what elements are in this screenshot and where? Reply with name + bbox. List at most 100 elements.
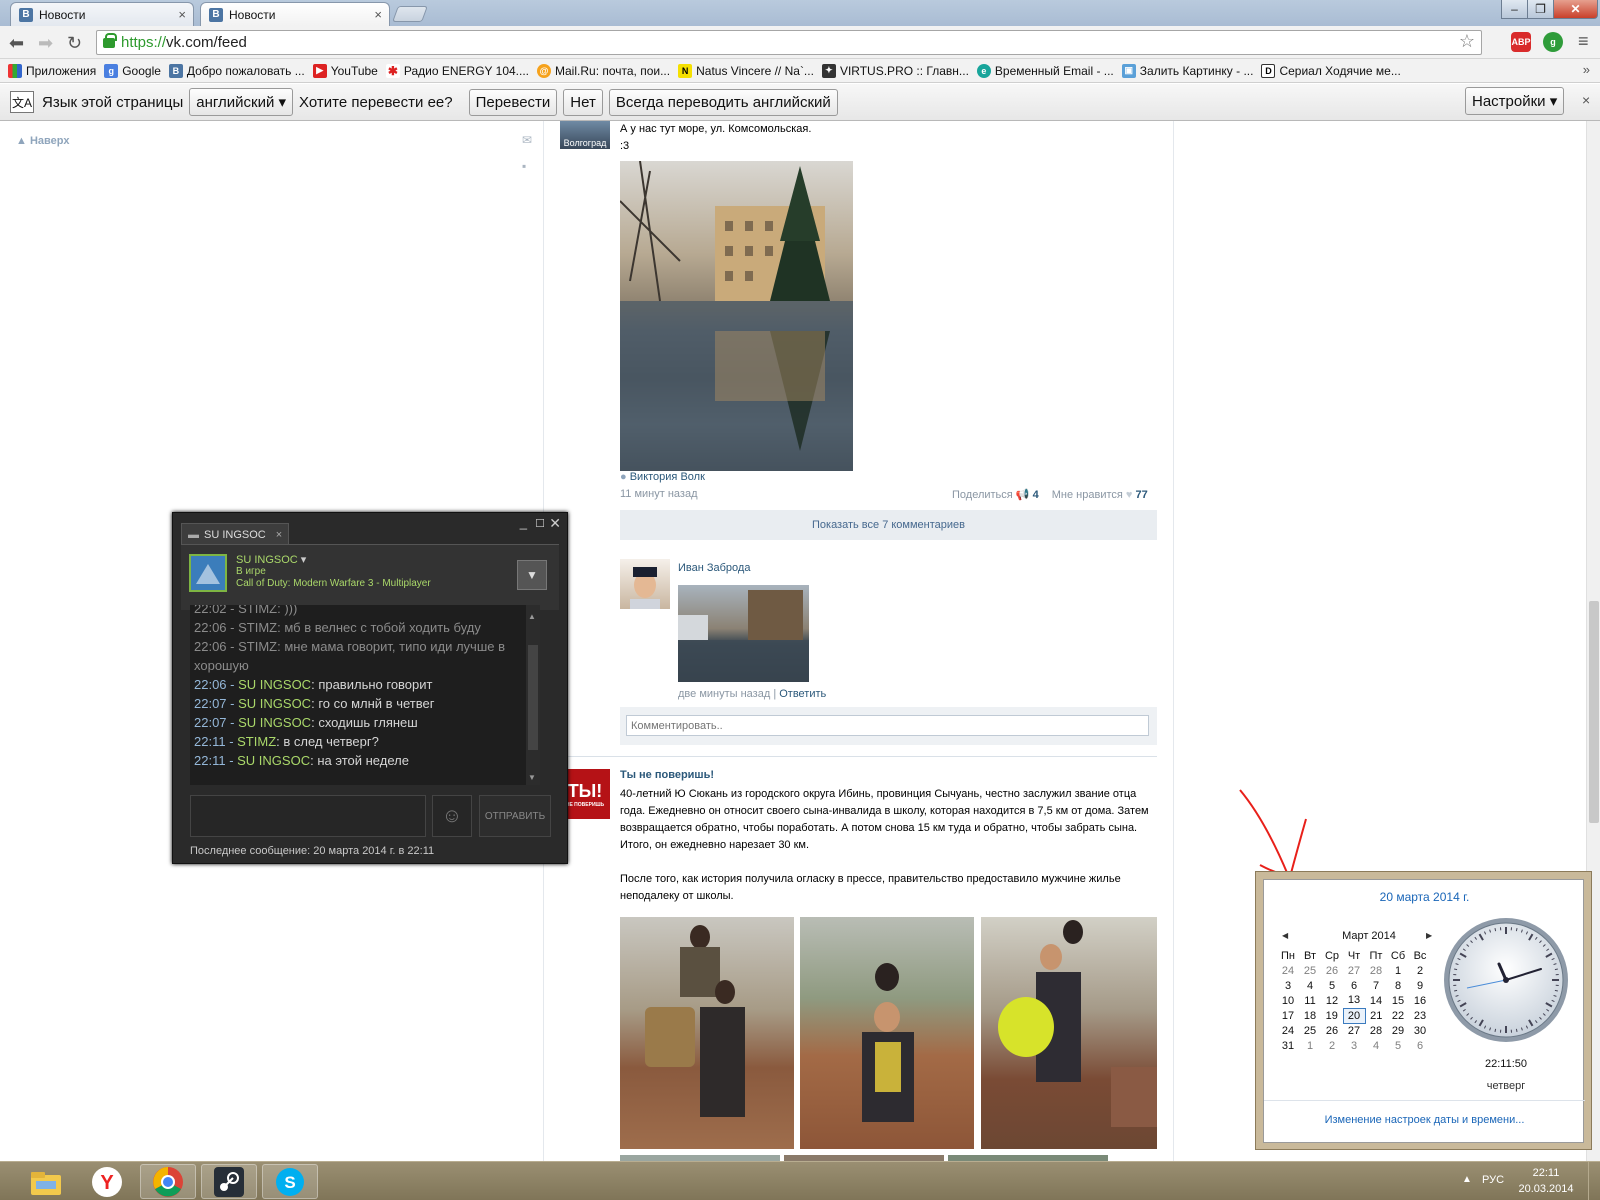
calendar-day[interactable]: 17 [1277,1008,1299,1023]
tab-news-2[interactable]: В Новости × [200,2,390,26]
translate-settings-button[interactable]: Настройки ▾ [1465,87,1565,115]
calendar-day[interactable]: 29 [1387,1023,1409,1038]
address-bar[interactable]: https:// vk.com/feed ☆ [96,30,1482,55]
calendar-day[interactable]: 28 [1365,1023,1387,1038]
calendar-day[interactable]: 9 [1409,978,1431,993]
comment-photo[interactable] [678,585,809,682]
calendar-day[interactable]: 8 [1387,978,1409,993]
calendar-day[interactable]: 12 [1321,993,1343,1008]
close-window-button[interactable]: ✕ [1553,0,1598,19]
calendar-day[interactable]: 10 [1277,993,1299,1008]
calendar-day[interactable]: 15 [1387,993,1409,1008]
maximize-window-button[interactable]: ❐ [1527,0,1554,19]
post-photo-flooded-street[interactable] [620,161,853,471]
show-hidden-icons-icon[interactable]: ▲ [1462,1174,1472,1185]
input-language-indicator[interactable]: РУС [1482,1174,1504,1186]
group-avatar[interactable]: Волгоград [560,121,610,149]
no-button[interactable]: Нет [563,88,603,116]
bookmark-vk[interactable]: В Добро пожаловать ... [168,63,305,78]
hangouts-extension-icon[interactable]: g [1543,32,1563,52]
like-button[interactable]: Мне нравится ♥ 77 [1052,489,1148,501]
forward-arrow-icon[interactable]: ➡ [38,33,53,54]
chat-scrollbar[interactable]: ▲ ▼ [526,605,540,785]
calendar-day[interactable]: 18 [1299,1008,1321,1023]
show-desktop-button[interactable] [1588,1162,1600,1200]
calendar-day[interactable]: 19 [1321,1008,1343,1023]
calendar-day[interactable]: 26 [1321,1023,1343,1038]
always-translate-button[interactable]: Всегда переводить английский [608,88,838,116]
prev-month-icon[interactable]: ◀ [1282,931,1288,940]
scroll-to-top-link[interactable]: ▲ Наверх [16,135,69,147]
bookmark-youtube[interactable]: ▶ YouTube [312,63,378,78]
bookmark-mailru[interactable]: @ Mail.Ru: почта, пои... [537,63,670,78]
translate-button[interactable]: Перевести [468,88,558,116]
maximize-icon[interactable]: ☐ [535,517,545,530]
comment-input[interactable] [626,715,1149,736]
minimize-icon[interactable]: _ [520,515,527,530]
calendar-day[interactable]: 25 [1299,1023,1321,1038]
change-date-settings-link[interactable]: Изменение настроек даты и времени... [1264,1114,1585,1126]
comment-author-link[interactable]: Иван Заброда [678,562,750,574]
bookmark-google[interactable]: g Google [104,63,161,78]
friend-avatar[interactable] [189,554,227,592]
calendar-day[interactable]: 13 [1343,993,1365,1008]
calendar-day[interactable]: 11 [1299,993,1321,1008]
bookmark-virtuspro[interactable]: ✦ VIRTUS.PRO :: Главн... [821,63,969,78]
tab-close-icon[interactable]: × [178,7,186,22]
calendar-day[interactable]: 27 [1343,963,1365,978]
current-date-link[interactable]: 20 марта 2014 г. [1264,890,1585,904]
calendar-day[interactable]: 4 [1299,978,1321,993]
calendar-day[interactable]: 14 [1365,993,1387,1008]
friend-name[interactable]: SU INGSOC ▾ [236,553,306,566]
comments-icon[interactable]: ▪ [522,159,526,173]
bookmark-navi[interactable]: N Natus Vincere // Na`... [678,63,814,78]
next-month-icon[interactable]: ▶ [1426,931,1432,940]
calendar-day[interactable]: 25 [1299,963,1321,978]
post-time[interactable]: 11 минут назад [620,488,698,500]
taskbar-yandex-browser[interactable]: Y [79,1164,135,1199]
bookmark-upload-image[interactable]: ▣ Залить Картинку - ... [1121,63,1253,78]
taskbar-explorer[interactable] [18,1164,74,1199]
messages-icon[interactable]: ✉ [522,133,532,147]
bookmarks-overflow-icon[interactable]: » [1583,62,1590,77]
taskbar-skype[interactable]: S [262,1164,318,1199]
share-button[interactable]: Поделиться 📢 4 [952,489,1039,501]
calendar-day[interactable]: 22 [1387,1008,1409,1023]
dropdown-arrow-icon[interactable]: ▾ [301,554,307,566]
comment-author-avatar[interactable] [620,559,670,609]
minimize-window-button[interactable]: – [1501,0,1528,19]
send-button[interactable]: ОТПРАВИТЬ [479,795,551,837]
tab-news-1[interactable]: В Новости × [10,2,194,26]
calendar-day[interactable]: 5 [1321,978,1343,993]
calendar-day[interactable]: 3 [1277,978,1299,993]
reload-icon[interactable]: ↻ [67,33,82,54]
new-tab-button[interactable] [392,6,428,22]
options-dropdown-button[interactable]: ▼ [517,560,547,590]
chat-log[interactable]: 22:02 - STIMZ: ))) 22:06 - STIMZ: мб в ве… [190,605,540,785]
show-all-comments-button[interactable]: Показать все 7 комментариев [620,510,1157,540]
close-icon[interactable]: ✕ [549,515,561,532]
calendar-day[interactable]: 1 [1387,963,1409,978]
emoticon-button[interactable]: ☺ [432,795,472,837]
calendar-day[interactable]: 26 [1321,963,1343,978]
calendar-day[interactable]: 2 [1409,963,1431,978]
language-select[interactable]: английский ▾ [189,88,294,116]
post-photo-1[interactable] [620,917,794,1149]
scroll-down-icon[interactable]: ▼ [528,768,536,785]
message-input[interactable] [190,795,426,837]
bookmark-apps[interactable]: Приложения [8,63,96,78]
calendar-day[interactable]: 4 [1365,1038,1387,1053]
scrollbar-thumb[interactable] [1589,601,1599,823]
calendar-day[interactable]: 5 [1387,1038,1409,1053]
post-group-title[interactable]: Ты не поверишь! [620,769,714,781]
post-photo-2[interactable] [800,917,974,1149]
bookmark-star-icon[interactable]: ☆ [1459,31,1475,52]
tab-close-icon[interactable]: × [374,7,382,22]
calendar-day[interactable]: 21 [1365,1008,1387,1023]
chat-scroll-thumb[interactable] [528,645,538,750]
taskbar-steam[interactable] [201,1164,257,1199]
calendar-day[interactable]: 2 [1321,1038,1343,1053]
bookmark-tempmail[interactable]: e Временный Email - ... [976,63,1114,78]
calendar-day[interactable]: 24 [1277,963,1299,978]
adblock-plus-icon[interactable]: ABP [1511,32,1531,52]
